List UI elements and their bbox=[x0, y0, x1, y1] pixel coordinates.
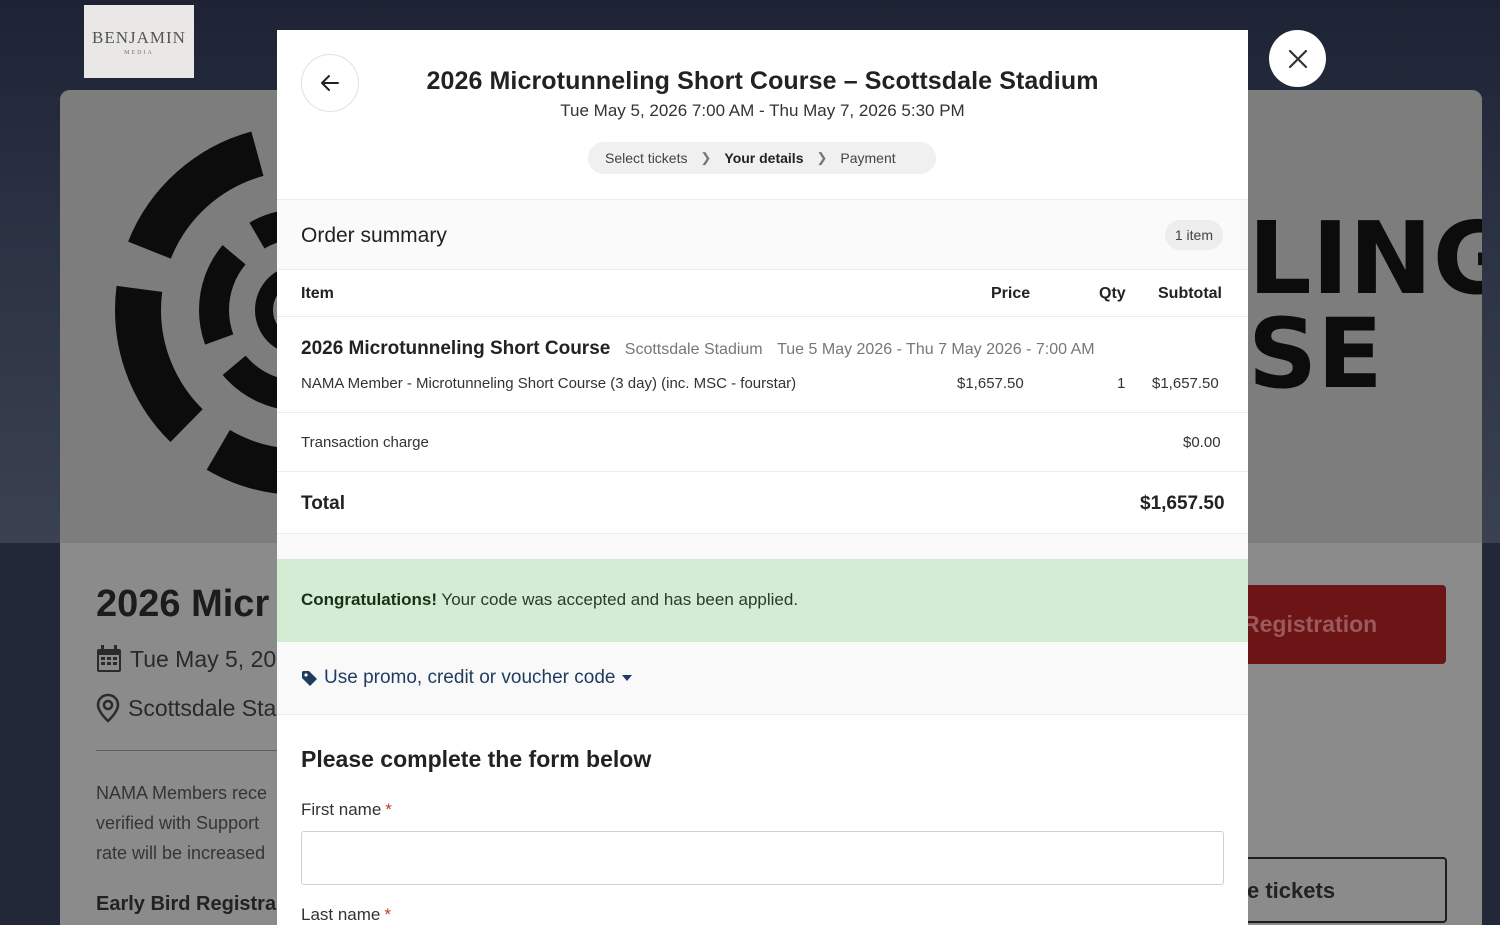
early-bird-heading: Early Bird Registra bbox=[96, 893, 277, 915]
alert-text: Your code was accepted and has been appl… bbox=[437, 590, 799, 609]
logo-subtitle: MEDIA bbox=[124, 49, 154, 56]
modal-header: 2026 Microtunneling Short Course – Scott… bbox=[277, 30, 1248, 199]
column-qty: Qty bbox=[1099, 285, 1126, 302]
order-table-header: Item Price Qty Subtotal bbox=[277, 270, 1248, 317]
step-select-tickets[interactable]: Select tickets bbox=[605, 150, 687, 166]
tickets-button[interactable]: e tickets bbox=[1235, 857, 1447, 923]
checkout-steps: Select tickets ❯ Your details ❯ Payment bbox=[588, 142, 936, 174]
transaction-charge-value: $0.00 bbox=[1183, 434, 1221, 451]
close-icon bbox=[1288, 49, 1307, 68]
brand-logo[interactable]: BENJAMIN MEDIA bbox=[84, 5, 194, 78]
ticket-price: $1,657.50 bbox=[957, 375, 1024, 392]
event-location-text: Scottsdale Stad bbox=[128, 694, 290, 721]
alert-strong-text: Congratulations! bbox=[301, 590, 437, 609]
order-summary-title: Order summary bbox=[301, 224, 447, 247]
event-date-text: Tue May 5, 202 bbox=[130, 645, 289, 672]
ticket-name: NAMA Member - Microtunneling Short Cours… bbox=[301, 375, 797, 392]
course-dates: Tue 5 May 2026 - Thu 7 May 2026 - 7:00 A… bbox=[777, 341, 1095, 358]
calendar-icon bbox=[97, 645, 121, 672]
step-your-details: Your details bbox=[724, 150, 804, 166]
total-row: Total $1,657.50 bbox=[277, 472, 1248, 534]
form-title: Please complete the form below bbox=[301, 746, 652, 772]
event-title: 2026 Micr bbox=[96, 583, 270, 625]
event-location-line: Scottsdale Stad bbox=[96, 693, 289, 723]
course-venue: Scottsdale Stadium bbox=[624, 341, 763, 358]
tag-icon bbox=[302, 670, 317, 686]
column-subtotal: Subtotal bbox=[1158, 285, 1222, 302]
last-name-label-text: Last name bbox=[301, 905, 381, 924]
last-name-label: Last name * bbox=[301, 905, 391, 925]
modal-title: 2026 Microtunneling Short Course – Scott… bbox=[426, 67, 1099, 95]
required-mark: * bbox=[384, 905, 392, 924]
order-summary-header: Order summary 1 item bbox=[277, 199, 1248, 270]
first-name-label: First name * bbox=[301, 800, 392, 820]
required-mark: * bbox=[385, 800, 392, 819]
ticket-subtotal: $1,657.50 bbox=[1152, 375, 1219, 392]
first-name-input[interactable] bbox=[301, 831, 1224, 885]
total-label: Total bbox=[301, 493, 345, 514]
transaction-charge-row: Transaction charge $0.00 bbox=[277, 413, 1248, 472]
chevron-right-icon: ❯ bbox=[816, 150, 828, 165]
close-modal-button[interactable] bbox=[1269, 30, 1326, 87]
section-spacer bbox=[277, 534, 1248, 559]
promo-code-label: Use promo, credit or voucher code bbox=[324, 667, 616, 688]
item-count-badge: 1 item bbox=[1164, 220, 1223, 250]
promo-section: Use promo, credit or voucher code bbox=[277, 642, 1248, 715]
caret-down-icon bbox=[622, 675, 633, 681]
column-item: Item bbox=[301, 285, 334, 302]
modal-date-range: Tue May 5, 2026 7:00 AM - Thu May 7, 202… bbox=[560, 101, 965, 120]
total-value: $1,657.50 bbox=[1140, 493, 1225, 514]
step-payment: Payment bbox=[840, 150, 896, 166]
banner-text-se: SE bbox=[1248, 298, 1383, 410]
map-pin-icon bbox=[96, 693, 120, 723]
order-line-item: 2026 Microtunneling Short Course Scottsd… bbox=[277, 317, 1248, 413]
transaction-charge-label: Transaction charge bbox=[301, 434, 429, 451]
chevron-right-icon: ❯ bbox=[700, 150, 712, 165]
registration-button[interactable]: Registration bbox=[1235, 585, 1446, 664]
event-date-line: Tue May 5, 202 bbox=[96, 645, 289, 673]
promo-success-alert: Congratulations! Your code was accepted … bbox=[277, 559, 1248, 642]
banner-target-graphic bbox=[115, 125, 290, 495]
column-price: Price bbox=[991, 285, 1031, 302]
course-heading: 2026 Microtunneling Short Course Scottsd… bbox=[301, 338, 1095, 360]
course-name: 2026 Microtunneling Short Course bbox=[301, 338, 611, 359]
ticket-qty: 1 bbox=[1117, 375, 1126, 392]
checkout-modal: 2026 Microtunneling Short Course – Scott… bbox=[277, 30, 1248, 925]
first-name-label-text: First name bbox=[301, 800, 382, 819]
promo-code-toggle[interactable]: Use promo, credit or voucher code bbox=[301, 667, 633, 689]
logo-wordmark: BENJAMIN bbox=[92, 27, 186, 47]
